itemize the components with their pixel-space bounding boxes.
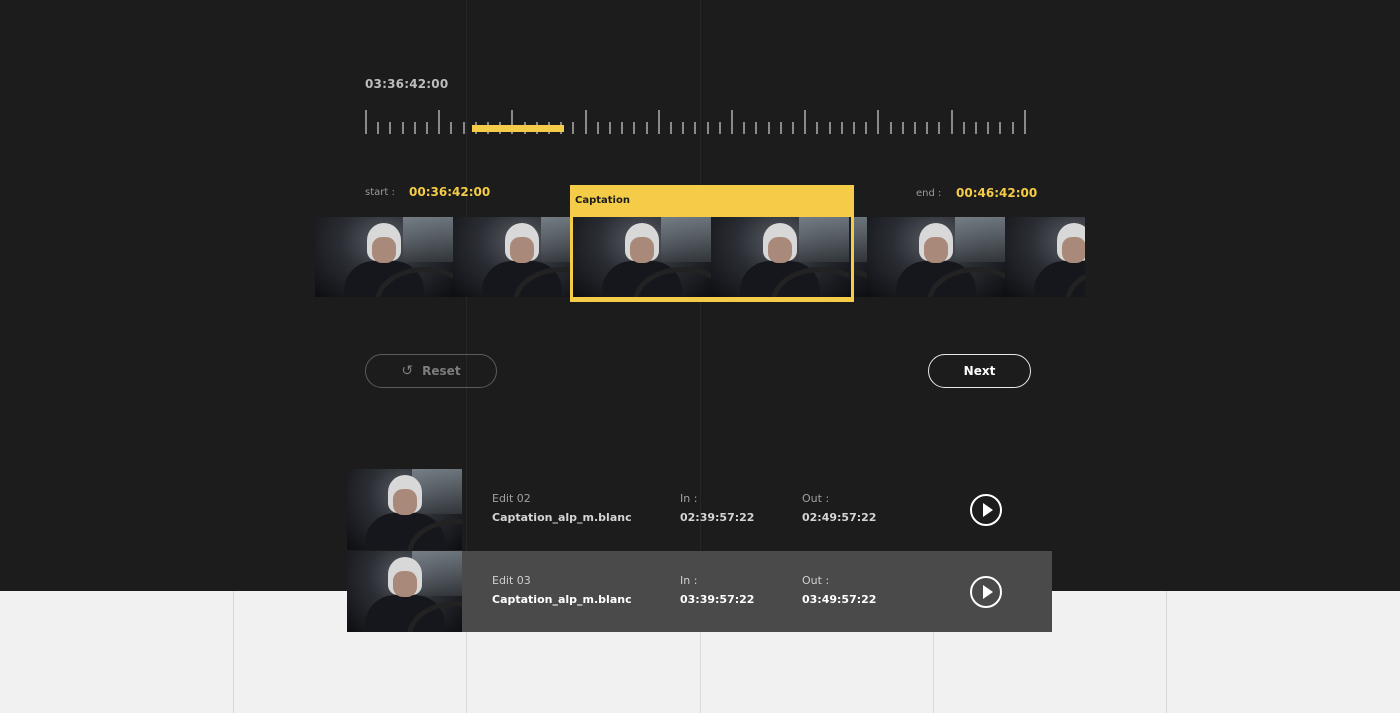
play-icon[interactable] — [970, 494, 1002, 526]
video-frame — [347, 469, 462, 550]
ruler-tick — [975, 122, 977, 134]
ruler-tick — [609, 122, 611, 134]
ruler-tick — [841, 122, 843, 134]
ruler-tick — [450, 122, 452, 134]
ruler-tick — [585, 110, 587, 134]
out-label: Out : — [802, 492, 830, 505]
in-timecode: 03:39:57:22 — [680, 593, 755, 606]
grid-line — [233, 591, 234, 713]
ruler-tick — [572, 122, 574, 134]
captation-frames[interactable] — [573, 217, 851, 298]
edit-title: Edit 03 — [492, 574, 531, 587]
ruler-tick — [804, 110, 806, 134]
ruler-tick — [743, 122, 745, 134]
ruler-tick — [377, 122, 379, 134]
ruler-tick — [1012, 122, 1014, 134]
reset-button[interactable]: ↺ Reset — [365, 354, 497, 388]
ruler-tick — [792, 122, 794, 134]
grid-line — [1166, 591, 1167, 713]
ruler-tick — [987, 122, 989, 134]
ruler-tick — [914, 122, 916, 134]
undo-icon: ↺ — [401, 363, 414, 379]
in-timecode: 02:39:57:22 — [680, 511, 755, 524]
ruler-tick — [670, 122, 672, 134]
ruler-tick — [731, 110, 733, 134]
in-label: In : — [680, 574, 698, 587]
ruler-tick — [426, 122, 428, 134]
ruler-tick — [389, 122, 391, 134]
video-frame — [315, 217, 453, 297]
ruler-tick — [463, 122, 465, 134]
start-label: start : — [365, 187, 395, 198]
start-timecode: 00:36:42:00 — [409, 185, 491, 199]
ruler-tick — [1024, 110, 1026, 134]
ruler-tick — [755, 122, 757, 134]
video-frame — [573, 217, 711, 297]
out-timecode: 02:49:57:22 — [802, 511, 877, 524]
ruler-tick — [877, 110, 879, 134]
ruler-tick — [658, 110, 660, 134]
video-frame — [711, 217, 849, 297]
end-label: end : — [916, 188, 942, 199]
ruler-tick — [621, 122, 623, 134]
video-frame — [849, 217, 851, 297]
ruler-tick — [597, 122, 599, 134]
edit-thumbnail — [347, 469, 462, 550]
ruler-tick — [365, 110, 367, 134]
ruler-tick — [768, 122, 770, 134]
edit-filename: Captation_alp_m.blanc — [492, 511, 632, 524]
edit-row[interactable]: Edit 02 Captation_alp_m.blanc In : 02:39… — [347, 469, 1052, 550]
edit-filename: Captation_alp_m.blanc — [492, 593, 632, 606]
ruler-tick — [963, 122, 965, 134]
edit-row-selected[interactable]: Edit 03 Captation_alp_m.blanc In : 03:39… — [347, 551, 1052, 632]
ruler-tick — [438, 110, 440, 134]
edit-thumbnail — [347, 551, 462, 632]
ruler-tick — [402, 122, 404, 134]
video-frame — [1005, 217, 1085, 297]
video-frame — [867, 217, 1005, 297]
ruler-tick — [853, 122, 855, 134]
ruler-tick — [829, 122, 831, 134]
ruler-tick — [646, 122, 648, 134]
ruler-tick — [938, 122, 940, 134]
ruler-tick — [816, 122, 818, 134]
play-icon[interactable] — [970, 576, 1002, 608]
reset-label: Reset — [422, 364, 461, 378]
ruler-tick — [890, 122, 892, 134]
next-label: Next — [963, 364, 996, 378]
ruler-tick — [694, 122, 696, 134]
captation-title: Captation — [575, 195, 630, 206]
timeline-selection-range[interactable] — [472, 125, 564, 132]
ruler-tick — [999, 122, 1001, 134]
out-label: Out : — [802, 574, 830, 587]
ruler-tick — [633, 122, 635, 134]
ruler-tick — [926, 122, 928, 134]
ruler-tick — [707, 122, 709, 134]
next-button[interactable]: Next — [928, 354, 1031, 388]
ruler-tick — [951, 110, 953, 134]
ruler-tick — [902, 122, 904, 134]
ruler-tick — [865, 122, 867, 134]
timeline-ruler[interactable] — [365, 108, 1035, 134]
end-timecode: 00:46:42:00 — [956, 186, 1038, 200]
in-label: In : — [680, 492, 698, 505]
ruler-tick — [719, 122, 721, 134]
out-timecode: 03:49:57:22 — [802, 593, 877, 606]
ruler-tick — [682, 122, 684, 134]
video-frame — [347, 551, 462, 632]
ruler-tick — [414, 122, 416, 134]
ruler-tick — [780, 122, 782, 134]
current-timecode: 03:36:42:00 — [365, 77, 449, 91]
edit-title: Edit 02 — [492, 492, 531, 505]
